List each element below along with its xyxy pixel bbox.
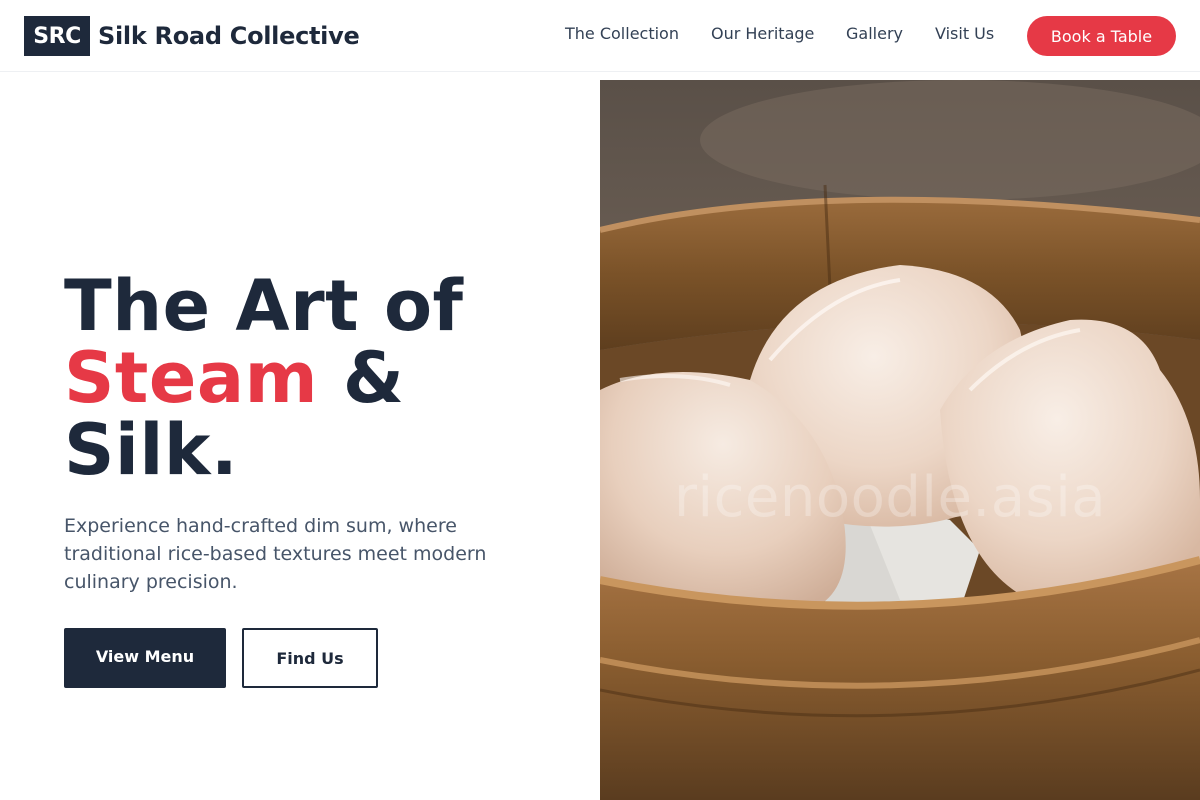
- hero-description: Experience hand-crafted dim sum, where t…: [64, 515, 487, 593]
- brand-logo[interactable]: SRC Silk Road Collective: [24, 16, 360, 56]
- nav-link-collection[interactable]: The Collection: [565, 24, 679, 43]
- book-table-button[interactable]: Book a Table: [1027, 16, 1176, 56]
- hero-title-accent: Steam: [64, 337, 319, 419]
- hero-image-dumplings: ricenoodle.asia: [600, 80, 1200, 800]
- logo-mark: SRC: [24, 16, 90, 56]
- image-watermark: ricenoodle.asia: [674, 465, 1107, 530]
- nav-link-visit[interactable]: Visit Us: [935, 24, 994, 43]
- hero-title-line1: The Art of: [64, 265, 464, 347]
- nav-link-gallery[interactable]: Gallery: [846, 24, 903, 43]
- hero-title-line3: Silk.: [64, 409, 239, 491]
- navbar: SRC Silk Road Collective The Collection …: [0, 0, 1200, 72]
- view-menu-button[interactable]: View Menu: [64, 628, 226, 688]
- hero-title: The Art of Steam & Silk.: [64, 270, 464, 486]
- nav-link-heritage[interactable]: Our Heritage: [711, 24, 814, 43]
- hero-title-line2-rest: &: [318, 337, 405, 419]
- dumplings-illustration: [600, 80, 1200, 800]
- brand-name: Silk Road Collective: [98, 22, 360, 50]
- find-us-button[interactable]: Find Us: [242, 628, 378, 688]
